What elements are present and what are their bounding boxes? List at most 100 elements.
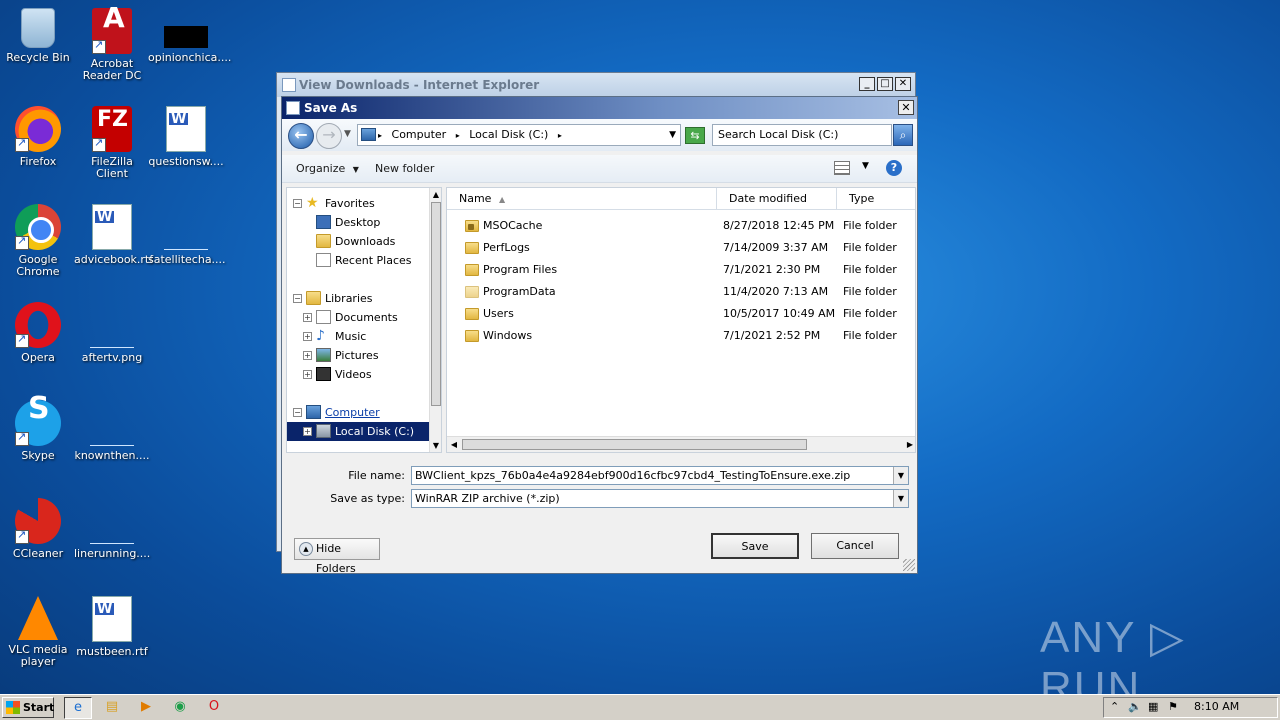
- view-dropdown-icon[interactable]: ▼: [862, 161, 869, 171]
- desktop-icon-skype[interactable]: Skype: [0, 400, 76, 462]
- file-row[interactable]: PerfLogs 7/14/2009 3:37 AM File folder: [447, 237, 915, 259]
- network-icon[interactable]: ▦: [1148, 700, 1158, 713]
- desktop-icon-ccleaner[interactable]: CCleaner: [0, 498, 76, 560]
- scroll-thumb[interactable]: [431, 202, 441, 406]
- blank-file-icon: [164, 230, 208, 250]
- desktop-icon-filezilla[interactable]: FileZilla Client: [74, 106, 150, 180]
- breadcrumb-computer[interactable]: Computer: [392, 128, 447, 141]
- column-header-type[interactable]: Type: [837, 188, 915, 210]
- ie-titlebar[interactable]: View Downloads - Internet Explorer _ □ ✕: [277, 73, 915, 97]
- collapse-icon[interactable]: −: [293, 199, 302, 208]
- navigation-pane[interactable]: − ★ Favorites Desktop Downloads Recent P…: [286, 187, 442, 453]
- address-dropdown-icon[interactable]: ▼: [669, 125, 676, 145]
- breadcrumb-local-disk[interactable]: Local Disk (C:): [469, 128, 548, 141]
- desktop-icon-opera[interactable]: Opera: [0, 302, 76, 364]
- taskbar-opera-icon[interactable]: O: [200, 697, 228, 719]
- tree-item-downloads[interactable]: Downloads: [287, 232, 429, 251]
- new-folder-button[interactable]: New folder: [375, 162, 434, 175]
- scroll-up-icon[interactable]: ▲: [430, 188, 441, 201]
- desktop-icon-satellitecha[interactable]: satellitecha....: [148, 204, 226, 266]
- tree-item-pictures[interactable]: + Pictures: [287, 346, 429, 365]
- hide-folders-button[interactable]: ▲ Hide Folders: [294, 538, 380, 575]
- expand-icon[interactable]: +: [303, 332, 312, 341]
- folder-icon: [465, 286, 479, 298]
- file-name-field[interactable]: BWClient_kpzs_76b0a4e4a9284ebf900d16cfbc…: [411, 466, 909, 485]
- desktop-icon-aftertv[interactable]: aftertv.png: [74, 302, 150, 364]
- cancel-button[interactable]: Cancel: [811, 533, 899, 559]
- tree-item-favorites[interactable]: − ★ Favorites: [287, 194, 429, 213]
- dialog-close-button[interactable]: ✕: [898, 100, 914, 115]
- scroll-down-icon[interactable]: ▼: [430, 439, 441, 452]
- expand-icon[interactable]: +: [303, 427, 312, 436]
- minimize-button[interactable]: _: [859, 77, 875, 91]
- desktop-icon-opinionchica[interactable]: opinionchica....: [148, 8, 231, 64]
- taskbar-media-player-icon[interactable]: ▶: [132, 697, 160, 719]
- file-row[interactable]: Windows 7/1/2021 2:52 PM File folder: [447, 325, 915, 347]
- file-list-hscrollbar[interactable]: ◀ ▶: [447, 436, 915, 452]
- nav-pane-scrollbar[interactable]: ▲ ▼: [429, 188, 441, 452]
- desktop-icon-firefox[interactable]: Firefox: [0, 106, 76, 168]
- desktop-icon-recycle-bin[interactable]: Recycle Bin: [0, 8, 76, 64]
- desktop-icon-acrobat[interactable]: Acrobat Reader DC: [74, 8, 150, 82]
- desktop-icon-advicebook[interactable]: advicebook.rtf: [74, 204, 153, 266]
- tree-item-libraries[interactable]: − Libraries: [287, 289, 429, 308]
- file-row[interactable]: ProgramData 11/4/2020 7:13 AM File folde…: [447, 281, 915, 303]
- file-list-pane[interactable]: Name ▲ Date modified Type MSOCache 8/27/…: [446, 187, 916, 453]
- skype-icon: [15, 400, 61, 446]
- tree-item-music[interactable]: + ♪ Music: [287, 327, 429, 346]
- volume-icon[interactable]: 🔈: [1128, 700, 1142, 713]
- column-header-name[interactable]: Name ▲: [447, 188, 717, 210]
- tree-item-recent-places[interactable]: Recent Places: [287, 251, 429, 270]
- file-row[interactable]: MSOCache 8/27/2018 12:45 PM File folder: [447, 215, 915, 237]
- desktop-icon-linerunning[interactable]: linerunning....: [74, 498, 150, 560]
- taskbar-ie-icon[interactable]: e: [64, 697, 92, 719]
- search-input[interactable]: Search Local Disk (C:): [712, 124, 892, 146]
- collapse-icon[interactable]: −: [293, 294, 302, 303]
- file-row[interactable]: Users 10/5/2017 10:49 AM File folder: [447, 303, 915, 325]
- desktop-icon-questionsw[interactable]: questionsw....: [148, 106, 224, 168]
- expand-icon[interactable]: +: [303, 370, 312, 379]
- tree-item-videos[interactable]: + Videos: [287, 365, 429, 384]
- tree-item-documents[interactable]: + Documents: [287, 308, 429, 327]
- organize-button[interactable]: Organize ▼: [296, 162, 359, 175]
- tray-expand-icon[interactable]: ⌃: [1110, 700, 1119, 713]
- collapse-icon[interactable]: −: [293, 408, 302, 417]
- chevron-down-icon[interactable]: ▼: [893, 467, 908, 484]
- back-button[interactable]: ←: [288, 123, 314, 149]
- tree-item-computer[interactable]: − Computer: [287, 403, 429, 422]
- chevron-down-icon[interactable]: ▼: [893, 490, 908, 507]
- scroll-thumb[interactable]: [462, 439, 807, 450]
- expand-icon[interactable]: +: [303, 351, 312, 360]
- desktop-icon-chrome[interactable]: Google Chrome: [0, 204, 76, 278]
- save-type-select[interactable]: WinRAR ZIP archive (*.zip) ▼: [411, 489, 909, 508]
- close-button[interactable]: ✕: [895, 77, 911, 91]
- save-button[interactable]: Save: [711, 533, 799, 559]
- taskbar-explorer-icon[interactable]: ▤: [98, 697, 126, 719]
- address-bar[interactable]: ▸ Computer ▸ Local Disk (C:) ▸ ▼: [357, 124, 681, 146]
- word-doc-icon: [92, 204, 132, 250]
- desktop-icon-knownthen[interactable]: knownthen....: [74, 400, 150, 462]
- forward-button[interactable]: →: [316, 123, 342, 149]
- expand-icon[interactable]: +: [303, 313, 312, 322]
- desktop-icon-mustbeen[interactable]: mustbeen.rtf: [74, 596, 150, 658]
- scroll-left-icon[interactable]: ◀: [447, 437, 461, 452]
- taskbar-chrome-icon[interactable]: ◉: [166, 697, 194, 719]
- clock[interactable]: 8:10 AM: [1194, 700, 1247, 713]
- search-icon[interactable]: ⌕: [893, 124, 913, 146]
- file-row[interactable]: Program Files 7/1/2021 2:30 PM File fold…: [447, 259, 915, 281]
- action-center-flag-icon[interactable]: ⚑: [1168, 700, 1178, 713]
- recent-locations-chevron-icon[interactable]: ▼: [344, 129, 351, 139]
- ccleaner-icon: [15, 498, 61, 544]
- scroll-right-icon[interactable]: ▶: [903, 437, 915, 452]
- column-header-date[interactable]: Date modified: [717, 188, 837, 210]
- start-button[interactable]: Start: [2, 697, 54, 718]
- tree-item-desktop[interactable]: Desktop: [287, 213, 429, 232]
- resize-grip-icon[interactable]: [903, 559, 915, 571]
- desktop-icon-vlc[interactable]: VLC media player: [0, 596, 76, 668]
- tree-item-local-disk[interactable]: + Local Disk (C:): [287, 422, 429, 441]
- help-icon[interactable]: ?: [886, 160, 902, 176]
- dialog-titlebar[interactable]: Save As ✕: [282, 97, 917, 119]
- refresh-button[interactable]: ⇆: [685, 127, 705, 144]
- maximize-button[interactable]: □: [877, 77, 893, 91]
- view-options-icon[interactable]: [834, 161, 850, 175]
